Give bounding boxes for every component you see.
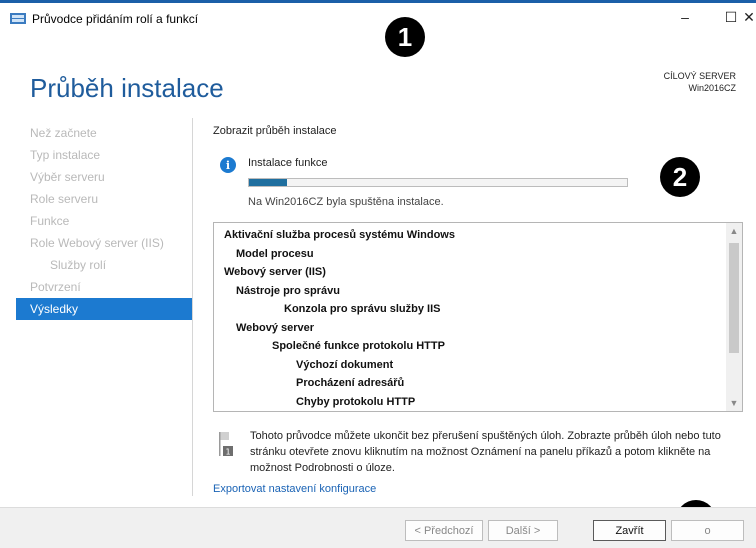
section-title: Zobrazit průběh instalace [213, 125, 337, 137]
server-manager-icon [10, 13, 26, 24]
nav-item-confirmation: Potvrzení [30, 280, 81, 294]
minimize-button[interactable]: – [662, 3, 708, 31]
nav-item-installation-type: Typ instalace [30, 148, 101, 162]
list-item: Aktivační služba procesů systému Windows [224, 229, 455, 241]
feature-installation-label: Instalace funkce [248, 157, 328, 169]
nav-item-web-server-role: Role Webový server (IIS) [30, 236, 164, 250]
callout-marker-2: 2 [660, 157, 700, 197]
list-item: Procházení adresářů [296, 377, 405, 389]
cancel-button[interactable]: o [671, 520, 744, 541]
target-server-info: CÍLOVÝ SERVER Win2016CZ [664, 70, 736, 94]
list-item: Model procesu [236, 247, 314, 260]
progress-message: Na Win2016CZ byla spuštěna instalace. [248, 196, 444, 208]
installation-items-list[interactable]: ▲ ▼ Aktivační služba procesů systému Win… [213, 222, 743, 412]
callout-marker-1: 1 [385, 17, 425, 57]
list-item: Chyby protokolu HTTP [296, 395, 416, 408]
nav-item-server-roles: Role serveru [30, 192, 99, 206]
list-item: Webový server (IIS) [224, 266, 326, 278]
list-item: Výchozí dokument [296, 358, 394, 371]
installation-progress-bar [248, 178, 628, 187]
window-title: Průvodce přidáním rolí a funkcí [32, 12, 199, 26]
list-item: Společné funkce protokolu HTTP [272, 340, 445, 352]
scroll-thumb[interactable] [729, 243, 739, 353]
title-bar[interactable]: Průvodce přidáním rolí a funkcí [0, 3, 756, 31]
nav-divider [192, 118, 193, 496]
list-item: Nástroje pro správu [236, 284, 340, 297]
nav-item-role-services: Služby rolí [50, 258, 107, 272]
scroll-down-arrow-icon[interactable]: ▼ [726, 395, 742, 411]
nav-item-before-you-begin: Než začnete [30, 126, 97, 140]
notification-flag-icon: 1 [219, 432, 233, 457]
nav-item-features: Funkce [30, 214, 70, 228]
background-tasks-note: Tohoto průvodce můžete ukončit bez přeru… [250, 430, 721, 474]
scroll-up-arrow-icon[interactable]: ▲ [726, 223, 742, 239]
close-button[interactable]: Zavřít [593, 520, 666, 541]
notification-badge: 1 [225, 448, 230, 457]
wizard-nav: Než začnete Typ instalace Výběr serveru … [16, 122, 192, 320]
next-button[interactable]: Další > [488, 520, 558, 541]
list-scrollbar[interactable]: ▲ ▼ [726, 223, 742, 411]
info-icon: i [220, 157, 236, 173]
progress-fill [249, 179, 287, 186]
export-configuration-link[interactable]: Exportovat nastavení konfigurace [213, 483, 376, 495]
page-title: Průběh instalace [30, 73, 224, 103]
previous-button[interactable]: < Předchozí [405, 520, 483, 541]
target-server-label: CÍLOVÝ SERVER [663, 71, 736, 81]
list-item: Konzola pro správu služby IIS [284, 303, 441, 315]
nav-item-results[interactable]: Výsledky [16, 298, 192, 320]
list-item: Webový server [236, 321, 315, 334]
close-window-button[interactable]: ✕ [742, 3, 756, 31]
target-server-name: Win2016CZ [688, 83, 736, 93]
nav-item-server-selection: Výběr serveru [30, 170, 105, 184]
